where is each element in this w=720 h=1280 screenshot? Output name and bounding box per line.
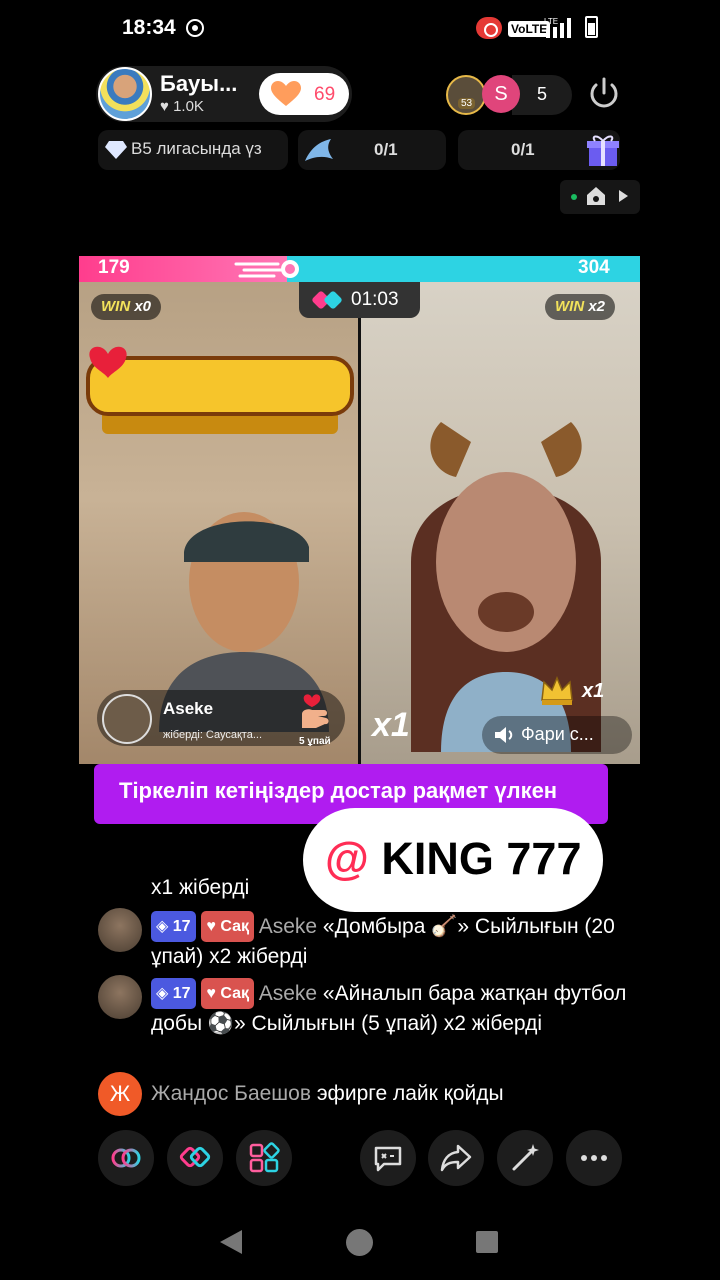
viewer-count: 5 [537, 84, 548, 104]
speaker-icon [495, 727, 513, 743]
mention-text: @ KING 777 [325, 833, 582, 885]
host-avatar[interactable] [98, 67, 152, 121]
viewer-avatar[interactable] [446, 75, 486, 115]
level-number: 17 [172, 918, 191, 935]
battle-timer: 01:03 [351, 289, 399, 310]
chat-message: Жандос Баешов эфирге лайк қойды [151, 1079, 631, 1108]
diamond-icon [105, 141, 127, 159]
gift-sender-avatar[interactable] [102, 694, 152, 744]
chat-message: ◈ 17 ♥ Сақ Aseke «Домбыра 🪕» Сыйлығын (2… [151, 911, 631, 971]
win-badge-left: WIN x0 [91, 294, 162, 320]
chat-avatar[interactable] [98, 975, 142, 1019]
share-button[interactable] [428, 1130, 484, 1186]
level-number: 17 [172, 985, 191, 1002]
home-nav-icon[interactable] [346, 1229, 373, 1256]
opponent-name: Фари с... [521, 724, 594, 744]
mention-name: KING 777 [381, 833, 582, 884]
crown-multiplier: x1 [582, 680, 605, 702]
mention-at: @ [325, 833, 369, 884]
follow-count: 69 [314, 84, 336, 105]
home-icon[interactable] [586, 186, 606, 206]
win-multiplier: x0 [134, 298, 152, 315]
fan-badge: ♥ Сақ [201, 911, 254, 942]
more-button[interactable] [566, 1130, 622, 1186]
chat-settings-button[interactable] [360, 1130, 416, 1186]
battle-icon [179, 1146, 211, 1168]
chat-message: ◈ 17 ♥ Сақ Aseke «Айналып бара жатқан фу… [151, 978, 631, 1038]
fan-badge-label: Сақ [220, 985, 249, 1002]
score-left: 179 [98, 257, 130, 278]
host-likes-count: 1.0K [173, 98, 204, 115]
fan-badge-label: Сақ [220, 918, 249, 935]
task1-progress: 0/1 [374, 140, 398, 159]
chat-username[interactable]: Aseke [259, 915, 317, 938]
viewer-avatar[interactable]: S [482, 75, 520, 113]
link-button[interactable] [98, 1130, 154, 1186]
level-badge: ◈ 17 [151, 911, 196, 942]
message-icon [374, 1146, 402, 1172]
speed-streak-icon [234, 260, 299, 278]
gift-box-icon[interactable] [585, 132, 621, 168]
recent-apps-icon[interactable] [476, 1231, 498, 1253]
host-name: Бауы... [160, 71, 238, 96]
chat-avatar[interactable] [98, 908, 142, 952]
win-badge-right: WIN x2 [545, 294, 616, 320]
chat-partial-line: x1 жіберді [151, 876, 250, 899]
apps-button[interactable] [236, 1130, 292, 1186]
effects-button[interactable] [497, 1130, 553, 1186]
chat-username[interactable]: Жандос Баешов [151, 1082, 311, 1105]
magic-wand-icon [512, 1144, 539, 1171]
back-icon[interactable] [218, 1228, 244, 1256]
league-text: B5 лигасында үз [131, 139, 262, 158]
link-icon [111, 1148, 141, 1168]
live-dot-icon [571, 194, 577, 200]
screen-record-icon [186, 19, 204, 37]
viewer-level-badge: 53 [458, 98, 476, 109]
score-right: 304 [578, 257, 610, 278]
video-divider [358, 282, 361, 764]
win-label: WIN [555, 298, 585, 315]
battle-button[interactable] [167, 1130, 223, 1186]
heart-icon [271, 81, 301, 106]
big-multiplier: x1 [372, 706, 410, 744]
shark-icon [305, 139, 333, 161]
chat-text: эфирге лайк қойды [316, 1082, 504, 1105]
gift-sender-subtitle: жіберді: Саусақта... [163, 729, 263, 741]
chat-avatar[interactable]: Ж [98, 1072, 142, 1116]
gift-sender-name: Aseke [163, 699, 214, 718]
chat-username[interactable]: Aseke [259, 982, 317, 1005]
level-badge: ◈ 17 [151, 978, 196, 1009]
win-label: WIN [101, 298, 131, 315]
task2-progress: 0/1 [511, 140, 535, 159]
fan-badge: ♥ Сақ [201, 978, 254, 1009]
host-likes: ♥ 1.0K [160, 98, 204, 115]
status-time: 18:34 [122, 16, 176, 39]
win-multiplier: x2 [588, 298, 606, 315]
recording-icon [476, 17, 502, 39]
finger-heart-icon [302, 694, 329, 728]
share-arrow-icon [440, 1144, 472, 1172]
announcement-text: Тіркеліп кетіңіздер достар рақмет үлкен [119, 778, 558, 803]
battery-icon [585, 16, 598, 38]
bauyrsak-logo [86, 346, 354, 434]
opponent-person-image [411, 422, 601, 752]
play-arrow-icon[interactable] [618, 190, 628, 202]
more-dots-icon [581, 1155, 607, 1161]
signal-icon: LTE [544, 17, 571, 38]
network-label: LTE [544, 17, 558, 26]
crown-icon [541, 676, 573, 705]
gift-points-caption: 5 ұпай [299, 736, 331, 747]
power-icon[interactable] [586, 76, 622, 112]
battle-icon [312, 291, 342, 309]
apps-grid-icon [249, 1142, 280, 1173]
